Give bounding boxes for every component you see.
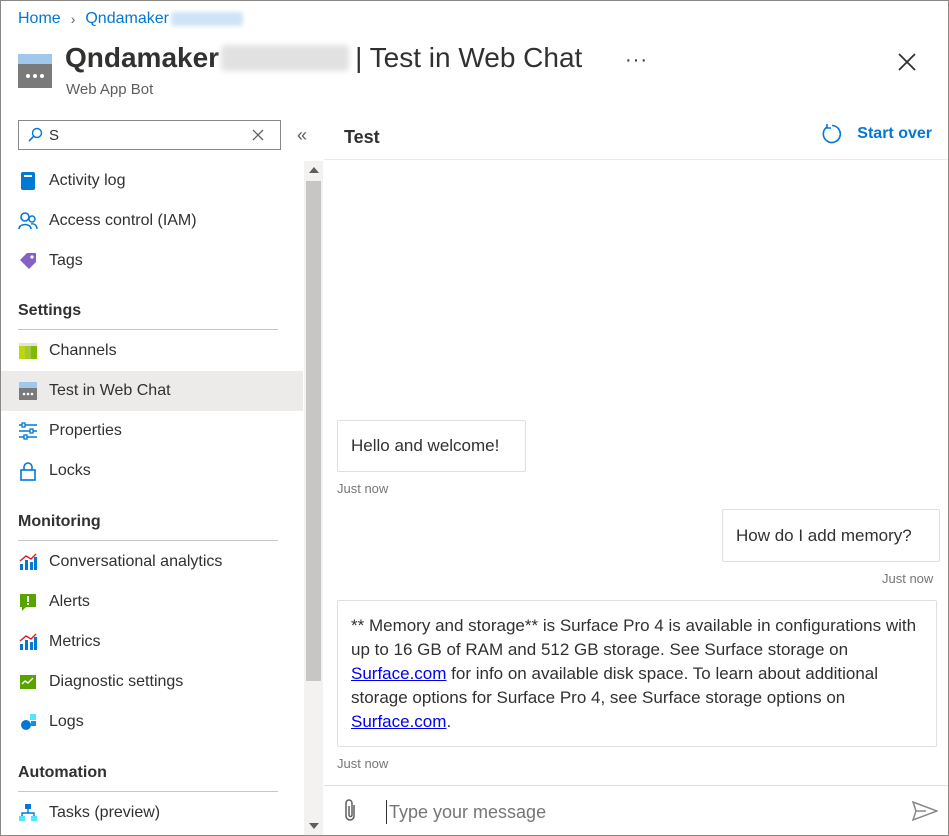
- user-message: How do I add memory?: [722, 509, 940, 562]
- resource-menu-search: [18, 120, 281, 150]
- send-icon[interactable]: [912, 800, 938, 822]
- channels-icon: [18, 341, 38, 361]
- web-chat-app-icon: [18, 54, 52, 88]
- sidebar-item-metrics[interactable]: Metrics: [1, 622, 303, 662]
- section-divider: [18, 540, 278, 541]
- section-header-settings: Settings: [18, 302, 82, 319]
- message-timestamp: Just now: [882, 571, 934, 586]
- sidebar-item-label: Tags: [49, 252, 83, 269]
- sidebar-item-label: Tasks (preview): [49, 804, 161, 821]
- message-timestamp: Just now: [337, 756, 389, 771]
- logs-icon: [18, 712, 38, 732]
- sidebar-item-label: Locks: [49, 462, 91, 479]
- message-input[interactable]: [386, 800, 886, 824]
- search-icon: [28, 127, 43, 142]
- scroll-down-icon[interactable]: [309, 823, 319, 829]
- more-options-button[interactable]: ···: [625, 49, 648, 72]
- scroll-up-icon[interactable]: [309, 167, 319, 173]
- scrollbar-thumb[interactable]: [306, 181, 321, 681]
- tasks-icon: [18, 803, 38, 823]
- diagnostic-icon: [18, 672, 38, 692]
- section-divider: [18, 329, 278, 330]
- message-timestamp: Just now: [337, 481, 389, 496]
- tag-icon: [18, 251, 38, 271]
- resource-menu: Activity log Access control (IAM) Tags S…: [1, 161, 303, 835]
- sidebar-item-label: Test in Web Chat: [49, 382, 171, 399]
- sidebar-item-access-control[interactable]: Access control (IAM): [1, 201, 303, 241]
- sidebar-item-label: Logs: [49, 713, 84, 730]
- title-resource-name: Qndamaker: [65, 42, 220, 73]
- surface-link[interactable]: Surface.com: [351, 664, 446, 683]
- sidebar-item-label: Diagnostic settings: [49, 673, 184, 690]
- chat-title: Test: [344, 127, 380, 147]
- sidebar-scrollbar[interactable]: [304, 161, 323, 835]
- message-text: .: [446, 712, 452, 731]
- sidebar-item-activity-log[interactable]: Activity log: [1, 161, 303, 201]
- web-chat-icon: [18, 381, 38, 401]
- breadcrumb-home-link[interactable]: Home: [18, 10, 61, 28]
- breadcrumb-resource-link[interactable]: Qndamaker: [85, 10, 169, 28]
- analytics-icon: [18, 552, 38, 572]
- sidebar-item-properties[interactable]: Properties: [1, 411, 303, 451]
- section-header-monitoring: Monitoring: [18, 513, 101, 530]
- sidebar-item-label: Activity log: [49, 172, 126, 189]
- sidebar-item-conversational-analytics[interactable]: Conversational analytics: [1, 542, 303, 582]
- lock-icon: [18, 461, 38, 481]
- message-text: Hello and welcome!: [351, 436, 500, 455]
- paperclip-icon[interactable]: [340, 798, 360, 824]
- redacted-text: [221, 45, 350, 71]
- start-over-button[interactable]: Start over: [821, 123, 932, 145]
- page-subtitle: Web App Bot: [66, 81, 154, 98]
- section-divider: [18, 791, 278, 792]
- sidebar-item-label: Channels: [49, 342, 117, 359]
- sidebar-item-tasks[interactable]: Tasks (preview): [1, 793, 303, 833]
- people-icon: [18, 211, 38, 231]
- search-input[interactable]: [49, 126, 244, 144]
- sidebar-item-label: Properties: [49, 422, 122, 439]
- sidebar-item-label: Conversational analytics: [49, 553, 223, 570]
- sidebar-item-diagnostic-settings[interactable]: Diagnostic settings: [1, 662, 303, 702]
- sidebar-item-label: Alerts: [49, 593, 90, 610]
- clear-search-icon[interactable]: [252, 129, 264, 141]
- properties-icon: [18, 421, 38, 441]
- activity-log-icon: [18, 171, 38, 191]
- message-text: ** Memory and storage** is Surface Pro 4…: [351, 616, 917, 659]
- close-icon[interactable]: [896, 51, 918, 73]
- start-over-label: Start over: [857, 125, 932, 142]
- page-title: Qndamaker | Test in Web Chat: [65, 42, 582, 74]
- refresh-icon: [822, 124, 842, 144]
- redacted-text: [170, 12, 243, 26]
- chat-header: Test Start over: [324, 115, 948, 160]
- section-header-automation: Automation: [18, 764, 107, 781]
- sidebar-item-label: Access control (IAM): [49, 212, 197, 229]
- sidebar-item-test-in-web-chat[interactable]: Test in Web Chat: [1, 371, 303, 411]
- bot-message: Hello and welcome!: [337, 420, 526, 472]
- sidebar-item-logs[interactable]: Logs: [1, 702, 303, 742]
- surface-link[interactable]: Surface.com: [351, 712, 446, 731]
- alert-icon: [18, 592, 38, 612]
- sidebar-item-tags[interactable]: Tags: [1, 241, 303, 281]
- sidebar-item-locks[interactable]: Locks: [1, 451, 303, 491]
- chevron-right-icon: ›: [70, 11, 76, 27]
- message-composer: [324, 785, 948, 835]
- sidebar-item-label: Metrics: [49, 633, 101, 650]
- bot-message: ** Memory and storage** is Surface Pro 4…: [337, 600, 937, 747]
- sidebar-item-channels[interactable]: Channels: [1, 331, 303, 371]
- message-text: How do I add memory?: [736, 526, 912, 545]
- breadcrumb: Home › Qndamaker: [18, 10, 243, 28]
- title-blade-name: | Test in Web Chat: [355, 42, 583, 73]
- metrics-icon: [18, 632, 38, 652]
- sidebar-item-alerts[interactable]: Alerts: [1, 582, 303, 622]
- blade-window: Home › Qndamaker Qndamaker | Test in Web…: [0, 0, 949, 836]
- collapse-menu-button[interactable]: «: [297, 125, 307, 146]
